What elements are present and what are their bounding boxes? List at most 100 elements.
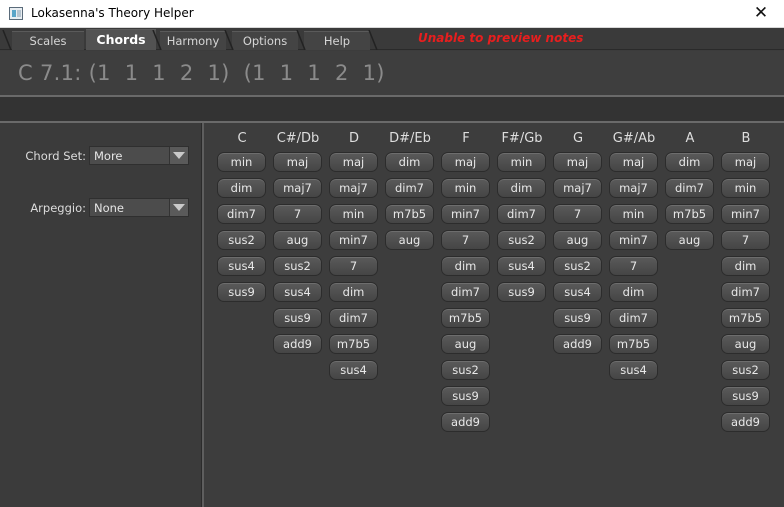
chord-button[interactable]: add9 [441,412,490,432]
chord-button[interactable]: sus9 [217,282,266,302]
chord-button[interactable]: add9 [553,334,602,354]
chord-button[interactable]: maj [273,152,322,172]
chord-button[interactable]: aug [273,230,322,250]
chord-button[interactable]: sus4 [329,360,378,380]
chevron-down-icon[interactable] [169,147,188,164]
chord-button[interactable]: m7b5 [609,334,658,354]
chord-grid: Cmin dim dim7 sus2 sus4 sus9 C#/Db maj maj7 7 aug s… [204,123,784,507]
tab-options[interactable]: Options [232,31,298,50]
chord-button[interactable]: min [609,204,658,224]
chord-button[interactable]: dim7 [441,282,490,302]
arpeggio-value: None [94,201,125,215]
chord-button[interactable]: sus4 [609,360,658,380]
chord-button[interactable]: m7b5 [385,204,434,224]
chord-button[interactable]: aug [385,230,434,250]
chord-button[interactable]: sus4 [553,282,602,302]
chord-button[interactable]: min7 [721,204,770,224]
chord-button[interactable]: maj [553,152,602,172]
chord-button[interactable]: maj7 [329,178,378,198]
chord-button[interactable]: sus2 [441,360,490,380]
chord-button[interactable]: sus9 [273,308,322,328]
chord-button[interactable]: sus2 [273,256,322,276]
chord-button[interactable]: dim7 [665,178,714,198]
chord-header: C 7.1: (1 1 1 2 1) (1 1 1 2 1) [0,51,784,95]
chord-button[interactable]: 7 [553,204,602,224]
chord-button[interactable]: aug [553,230,602,250]
chord-button[interactable]: sus2 [553,256,602,276]
chord-button[interactable]: sus9 [497,282,546,302]
status-band [0,97,784,122]
chord-set-value: More [94,149,123,163]
tab-divider [368,30,378,50]
tab-harmony[interactable]: Harmony [160,31,226,50]
chord-button[interactable]: aug [665,230,714,250]
chord-button[interactable]: aug [441,334,490,354]
tab-bar: Scales Chords Harmony Options Help Unabl… [0,28,784,50]
chord-button[interactable]: sus4 [497,256,546,276]
chord-button[interactable]: dim [497,178,546,198]
chord-button[interactable]: 7 [329,256,378,276]
chevron-down-icon[interactable] [169,199,188,216]
chord-button[interactable]: maj [441,152,490,172]
chord-button[interactable]: dim [385,152,434,172]
chord-button[interactable]: 7 [609,256,658,276]
chord-button[interactable]: 7 [441,230,490,250]
chord-button[interactable]: sus2 [497,230,546,250]
tab-help[interactable]: Help [304,31,370,50]
chord-button[interactable]: dim [721,256,770,276]
arpeggio-dropdown[interactable]: None [89,198,189,217]
chord-button[interactable]: sus9 [721,386,770,406]
chord-button[interactable]: dim7 [609,308,658,328]
tab-divider [296,30,306,50]
chord-button[interactable]: dim7 [385,178,434,198]
chord-set-label: Chord Set: [25,149,86,163]
chord-button[interactable]: dim [217,178,266,198]
chord-set-dropdown[interactable]: More [89,146,189,165]
chord-button[interactable]: 7 [273,204,322,224]
arpeggio-label: Arpeggio: [30,201,86,215]
chord-button[interactable]: maj7 [273,178,322,198]
chord-button[interactable]: m7b5 [721,308,770,328]
chord-button[interactable]: add9 [721,412,770,432]
chord-button[interactable]: dim7 [217,204,266,224]
tab-divider [152,30,162,50]
chord-button[interactable]: sus9 [441,386,490,406]
tab-divider [224,30,234,50]
tab-scales[interactable]: Scales [12,31,84,50]
window-title: Lokasenna's Theory Helper [31,6,194,20]
chord-button[interactable]: min7 [609,230,658,250]
chord-button[interactable]: dim [665,152,714,172]
chord-button[interactable]: maj [609,152,658,172]
chord-button[interactable]: maj7 [609,178,658,198]
chord-button[interactable]: 7 [721,230,770,250]
chord-button[interactable]: dim7 [497,204,546,224]
close-button[interactable]: ✕ [738,0,784,28]
chord-button[interactable]: dim7 [329,308,378,328]
chord-button[interactable]: add9 [273,334,322,354]
settings-panel: Chord Set: More Arpeggio: None [0,123,201,507]
chord-button[interactable]: min [329,204,378,224]
chord-button[interactable]: sus2 [721,360,770,380]
chord-button[interactable]: m7b5 [665,204,714,224]
chord-button[interactable]: min7 [329,230,378,250]
chord-button[interactable]: dim7 [721,282,770,302]
chord-button[interactable]: sus9 [553,308,602,328]
chord-button[interactable]: maj7 [553,178,602,198]
chord-button[interactable]: min [441,178,490,198]
tab-chords[interactable]: Chords [86,29,156,50]
chord-button[interactable]: dim [441,256,490,276]
chord-button[interactable]: maj [329,152,378,172]
chord-button[interactable]: min [497,152,546,172]
chord-button[interactable]: min [217,152,266,172]
chord-button[interactable]: maj [721,152,770,172]
chord-button[interactable]: m7b5 [329,334,378,354]
chord-button[interactable]: dim [329,282,378,302]
chord-button[interactable]: sus4 [217,256,266,276]
chord-button[interactable]: m7b5 [441,308,490,328]
chord-button[interactable]: min7 [441,204,490,224]
chord-button[interactable]: sus4 [273,282,322,302]
chord-button[interactable]: sus2 [217,230,266,250]
chord-button[interactable]: min [721,178,770,198]
chord-button[interactable]: aug [721,334,770,354]
chord-button[interactable]: dim [609,282,658,302]
